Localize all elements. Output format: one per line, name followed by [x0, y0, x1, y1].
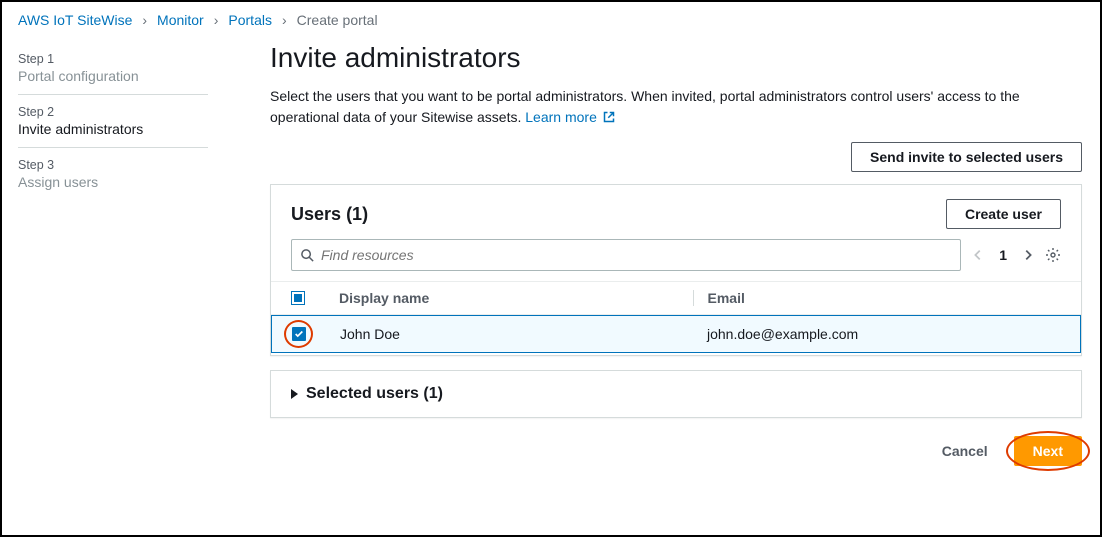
next-page-icon[interactable]: [1021, 248, 1035, 262]
page-title: Invite administrators: [270, 42, 1082, 74]
header-display-name[interactable]: Display name: [331, 290, 693, 306]
breadcrumb-service[interactable]: AWS IoT SiteWise: [18, 12, 132, 28]
step-3[interactable]: Step 3 Assign users: [18, 148, 208, 200]
send-invite-button[interactable]: Send invite to selected users: [851, 142, 1082, 172]
desc-text: Select the users that you want to be por…: [270, 88, 1020, 125]
search-icon: [300, 248, 315, 263]
select-all-checkbox[interactable]: [291, 291, 305, 305]
selected-title-text: Selected users: [306, 385, 419, 402]
row-email: john.doe@example.com: [693, 326, 1060, 342]
users-title-text: Users: [291, 204, 341, 224]
breadcrumb-current: Create portal: [297, 12, 378, 28]
step-1-title: Portal configuration: [18, 68, 208, 84]
gear-icon[interactable]: [1045, 247, 1061, 263]
step-2[interactable]: Step 2 Invite administrators: [18, 95, 208, 148]
check-icon: [294, 329, 304, 339]
selected-users-title: Selected users (1): [306, 385, 443, 403]
step-2-title: Invite administrators: [18, 121, 208, 137]
users-count: (1): [346, 204, 368, 224]
breadcrumb-portals[interactable]: Portals: [228, 12, 272, 28]
header-email[interactable]: Email: [693, 290, 1062, 306]
search-input-wrap[interactable]: [291, 239, 961, 271]
users-panel-title: Users (1): [291, 204, 368, 225]
selected-count: (1): [423, 385, 443, 402]
step-1-num: Step 1: [18, 52, 208, 66]
chevron-right-icon: ›: [214, 12, 219, 28]
step-1[interactable]: Step 1 Portal configuration: [18, 42, 208, 95]
prev-page-icon[interactable]: [971, 248, 985, 262]
selected-users-panel: Selected users (1): [270, 370, 1082, 418]
step-2-num: Step 2: [18, 105, 208, 119]
row-display-name: John Doe: [332, 326, 693, 342]
caret-right-icon: [291, 389, 298, 399]
learn-more-link[interactable]: Learn more: [525, 109, 614, 125]
users-table: Display name Email John Doe john.doe@exa…: [271, 281, 1081, 353]
cancel-button[interactable]: Cancel: [930, 437, 1000, 465]
page-number: 1: [999, 247, 1007, 263]
footer-actions: Cancel Next: [270, 432, 1082, 476]
row-checkbox[interactable]: [292, 327, 306, 341]
step-3-title: Assign users: [18, 174, 208, 190]
external-link-icon: [603, 108, 615, 120]
table-header: Display name Email: [271, 281, 1081, 315]
selected-users-expander[interactable]: Selected users (1): [291, 385, 1061, 403]
wizard-sidebar: Step 1 Portal configuration Step 2 Invit…: [2, 34, 232, 531]
main-content: Invite administrators Select the users t…: [232, 34, 1100, 531]
learn-more-text: Learn more: [525, 109, 597, 125]
breadcrumb-monitor[interactable]: Monitor: [157, 12, 204, 28]
table-row[interactable]: John Doe john.doe@example.com: [271, 315, 1081, 353]
breadcrumb: AWS IoT SiteWise › Monitor › Portals › C…: [2, 2, 1100, 34]
step-3-num: Step 3: [18, 158, 208, 172]
chevron-right-icon: ›: [142, 12, 147, 28]
page-description: Select the users that you want to be por…: [270, 86, 1082, 128]
search-input[interactable]: [321, 247, 952, 263]
chevron-right-icon: ›: [282, 12, 287, 28]
next-button[interactable]: Next: [1014, 436, 1082, 466]
create-user-button[interactable]: Create user: [946, 199, 1061, 229]
users-panel: Users (1) Create user 1: [270, 184, 1082, 356]
paginator: 1: [971, 247, 1035, 263]
